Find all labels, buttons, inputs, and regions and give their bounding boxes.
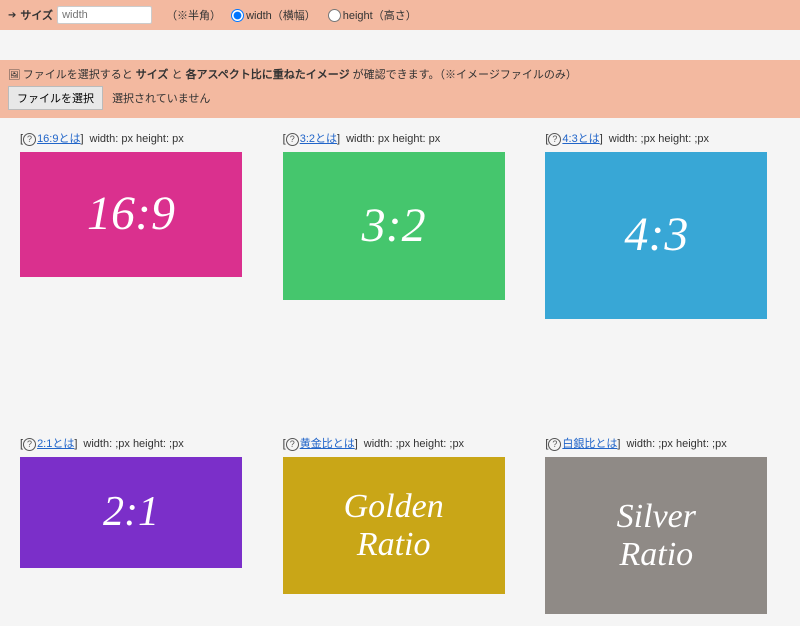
ratio-dimensions: width: ;px height: ;px [609, 133, 709, 145]
spacer [283, 347, 518, 407]
upload-bar: ファイルを選択すると サイズ と 各アスペクト比に重ねたイメージ が確認できます… [0, 60, 800, 118]
help-icon [286, 133, 300, 145]
ratio-dimensions: width: px height: px [90, 133, 184, 145]
ratio-box: 3:2 [283, 152, 505, 300]
ratio-meta: [黄金比とは]width: ;px height: ;px [283, 435, 518, 451]
file-select-button[interactable]: ファイルを選択 [8, 86, 103, 110]
radio-height[interactable] [328, 9, 341, 22]
arrow-right-icon [8, 9, 16, 21]
ratio-box: GoldenRatio [283, 457, 505, 594]
upload-description: ファイルを選択すると サイズ と 各アスペクト比に重ねたイメージ が確認できます… [8, 66, 792, 82]
help-icon [286, 438, 300, 450]
radio-width[interactable] [231, 9, 244, 22]
ratio-cell: [黄金比とは]width: ;px height: ;px GoldenRatio [283, 435, 518, 614]
spacer [545, 347, 780, 407]
help-icon [23, 438, 37, 450]
ratio-info-link[interactable]: 白銀比とは [562, 438, 617, 450]
ratio-meta: [16:9とは]width: px height: px [20, 130, 255, 146]
size-toolbar: サイズ （※半角） width（横幅） height（高さ） [0, 0, 800, 30]
ratio-box: 16:9 [20, 152, 242, 277]
ratio-meta: [4:3とは]width: ;px height: ;px [545, 130, 780, 146]
ratio-meta: [3:2とは]width: px height: px [283, 130, 518, 146]
file-status: 選択されていません [112, 93, 210, 105]
ratio-dimensions: width: ;px height: ;px [626, 438, 726, 450]
radio-height-label: height（高さ） [343, 7, 417, 23]
ratio-meta: [白銀比とは]width: ;px height: ;px [545, 435, 780, 451]
ratio-cell: [3:2とは]width: px height: px 3:2 [283, 130, 518, 319]
size-input[interactable] [57, 6, 152, 24]
ratio-info-link[interactable]: 16:9とは [37, 133, 80, 145]
ratio-cell: [4:3とは]width: ;px height: ;px 4:3 [545, 130, 780, 319]
radio-width-label: width（横幅） [246, 7, 316, 23]
ratio-dimensions: width: ;px height: ;px [83, 438, 183, 450]
ratio-meta: [2:1とは]width: ;px height: ;px [20, 435, 255, 451]
image-icon [8, 69, 23, 81]
help-icon [23, 133, 37, 145]
spacer [20, 347, 255, 407]
half-width-note: （※半角） [166, 7, 221, 23]
ratio-cell: [16:9とは]width: px height: px 16:9 [20, 130, 255, 319]
ratio-box: 2:1 [20, 457, 242, 568]
ratio-info-link[interactable]: 3:2とは [300, 133, 337, 145]
ratio-info-link[interactable]: 4:3とは [562, 133, 599, 145]
ratio-cell: [白銀比とは]width: ;px height: ;px SilverRatio [545, 435, 780, 614]
size-label: サイズ [20, 7, 53, 23]
ratio-grid: [16:9とは]width: px height: px 16:9 [3:2とは]w… [0, 118, 800, 626]
ratio-box: 4:3 [545, 152, 767, 319]
ratio-box: SilverRatio [545, 457, 767, 614]
ratio-info-link[interactable]: 黄金比とは [300, 438, 355, 450]
ratio-dimensions: width: px height: px [346, 133, 440, 145]
ratio-info-link[interactable]: 2:1とは [37, 438, 74, 450]
ratio-cell: [2:1とは]width: ;px height: ;px 2:1 [20, 435, 255, 614]
help-icon [548, 133, 562, 145]
help-icon [548, 438, 562, 450]
ratio-dimensions: width: ;px height: ;px [364, 438, 464, 450]
